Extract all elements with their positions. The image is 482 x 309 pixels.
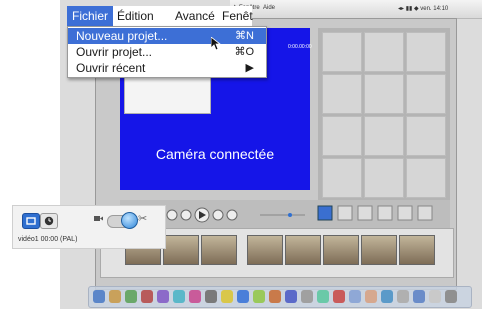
- system-menubar-background: t Fenêtre Aide ◂▸ ▮▮ ◆ ven. 14:10: [230, 0, 482, 19]
- dock-app-icon[interactable]: [301, 290, 313, 303]
- shelf-slot[interactable]: [364, 116, 404, 156]
- timeline-clip[interactable]: [285, 235, 321, 265]
- menu-item-shortcut: ⌘N: [235, 30, 254, 42]
- dock-app-icon[interactable]: [381, 290, 393, 303]
- dock-app-icon[interactable]: [109, 290, 121, 303]
- playback-controls-bar: [120, 200, 450, 230]
- timeline-clip[interactable]: [201, 235, 237, 265]
- shelf-slot[interactable]: [406, 158, 446, 198]
- mode-toggle-knob[interactable]: [121, 212, 138, 229]
- mouse-pointer-icon: [211, 37, 221, 51]
- dock-app-icon[interactable]: [125, 290, 137, 303]
- status-readout: vidéo1 00:00 (PAL): [18, 236, 78, 243]
- menu-item-shortcut: ⌘O: [234, 46, 254, 58]
- menu-item-label: Nouveau projet...: [76, 29, 168, 43]
- dock-app-icon[interactable]: [333, 290, 345, 303]
- dock-app-icon[interactable]: [237, 290, 249, 303]
- dock-app-icon[interactable]: [285, 290, 297, 303]
- dock-app-icon[interactable]: [141, 290, 153, 303]
- camera-small-icon: [94, 216, 103, 221]
- dock-app-icon[interactable]: [189, 290, 201, 303]
- shelf-slot[interactable]: [364, 74, 404, 114]
- file-menu-dropdown: Nouveau projet... ⌘N Ouvrir projet... ⌘O…: [67, 26, 267, 78]
- menu-fichier[interactable]: Fichier: [67, 6, 114, 26]
- shelf-slot[interactable]: [322, 158, 362, 198]
- clock-mode-button[interactable]: [40, 213, 58, 229]
- dock-app-icon[interactable]: [205, 290, 217, 303]
- camera-mode-button[interactable]: [22, 213, 40, 229]
- shelf-slot[interactable]: [406, 116, 446, 156]
- timeline-clip[interactable]: [247, 235, 283, 265]
- timeline-clip[interactable]: [399, 235, 435, 265]
- shelf-slot[interactable]: [364, 158, 404, 198]
- timeline-clip[interactable]: [323, 235, 359, 265]
- menu-item-open-project[interactable]: Ouvrir projet... ⌘O: [68, 44, 266, 60]
- camera-mode-icon: [26, 217, 36, 225]
- shelf-slot[interactable]: [406, 74, 446, 114]
- shelf-slot[interactable]: [322, 74, 362, 114]
- background-menu-ghost: [124, 76, 211, 114]
- camera-connected-message: Caméra connectée: [155, 146, 275, 162]
- menu-item-label: Ouvrir récent: [76, 61, 146, 75]
- dock-app-icon[interactable]: [157, 290, 169, 303]
- shelf-slot[interactable]: [364, 32, 404, 72]
- shelf-slot[interactable]: [322, 116, 362, 156]
- dock-app-icon[interactable]: [349, 290, 361, 303]
- dock-app-icon[interactable]: [93, 290, 105, 303]
- menu-fenetre[interactable]: Fenêt: [222, 9, 253, 23]
- timeline-clip[interactable]: [361, 235, 397, 265]
- timeline-clip[interactable]: [163, 235, 199, 265]
- menu-item-new-project[interactable]: Nouveau projet... ⌘N: [68, 28, 266, 44]
- dock-app-icon[interactable]: [221, 290, 233, 303]
- dock-app-icon[interactable]: [413, 290, 425, 303]
- dock-app-icon[interactable]: [429, 290, 441, 303]
- app-menubar: Fichier Édition Avancé Fenêt: [67, 6, 253, 26]
- dock-app-icon[interactable]: [269, 290, 281, 303]
- scissors-icon[interactable]: ✂: [138, 213, 150, 225]
- monitor-timecode: 0:00.00:00: [288, 44, 312, 50]
- menu-item-label: Ouvrir projet...: [76, 45, 153, 59]
- submenu-arrow-icon: ▶: [245, 62, 254, 74]
- dock-app-icon[interactable]: [397, 290, 409, 303]
- clock-icon: [44, 216, 54, 226]
- shelf-slot[interactable]: [322, 32, 362, 72]
- dock: [88, 286, 472, 308]
- dock-trash-icon[interactable]: [445, 290, 457, 303]
- menu-item-open-recent[interactable]: Ouvrir récent ▶: [68, 60, 266, 76]
- dock-app-icon[interactable]: [317, 290, 329, 303]
- clip-shelf: [318, 28, 450, 200]
- shelf-slot[interactable]: [406, 32, 446, 72]
- dock-app-icon[interactable]: [173, 290, 185, 303]
- dock-app-icon[interactable]: [365, 290, 377, 303]
- menu-avance[interactable]: Avancé: [175, 9, 215, 23]
- dock-app-icon[interactable]: [253, 290, 265, 303]
- playback-controls-icon[interactable]: [120, 200, 450, 230]
- menu-edition[interactable]: Édition: [117, 9, 154, 23]
